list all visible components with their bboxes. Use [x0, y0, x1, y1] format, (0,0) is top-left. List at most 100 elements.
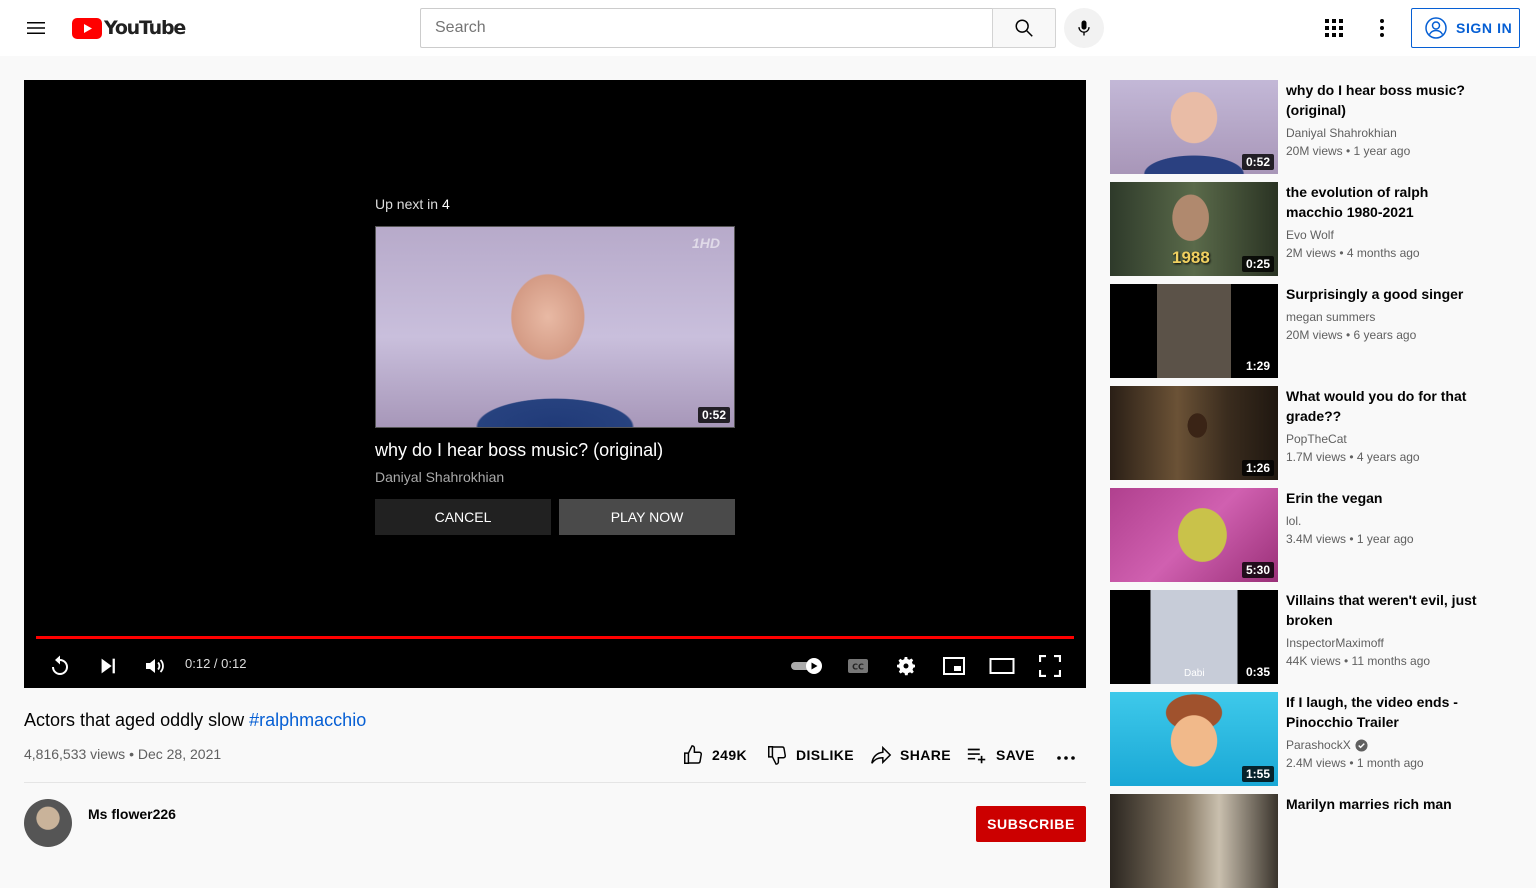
recommendation-thumbnail[interactable]: 1:29: [1110, 284, 1278, 378]
recommendation-item[interactable]: 5:30 Erin the vegan lol. 3.4M views • 1 …: [1110, 488, 1512, 582]
horizontal-dots-icon: [1057, 756, 1075, 760]
recommendation-title[interactable]: If I laugh, the video ends - Pinocchio T…: [1286, 692, 1486, 732]
recommendation-thumbnail[interactable]: Dabi 0:35: [1110, 590, 1278, 684]
recommendation-item[interactable]: 1:55 If I laugh, the video ends - Pinocc…: [1110, 692, 1512, 786]
up-next-countdown: Up next in 4: [375, 196, 450, 212]
next-video-button[interactable]: [90, 648, 126, 684]
dislike-label: DISLIKE: [796, 747, 855, 763]
captions-button[interactable]: CC: [840, 648, 876, 684]
cancel-autoplay-button[interactable]: CANCEL: [375, 499, 551, 535]
recommendation-title[interactable]: What would you do for that grade??: [1286, 386, 1486, 426]
youtube-play-logo-icon: [72, 17, 102, 39]
recommendation-item[interactable]: Marilyn marries rich man: [1110, 794, 1512, 888]
progress-bar[interactable]: [36, 636, 1074, 639]
fullscreen-button[interactable]: [1032, 648, 1068, 684]
youtube-logo[interactable]: YouTube: [72, 17, 186, 39]
like-button[interactable]: 249K: [682, 744, 747, 766]
recommendation-thumbnail[interactable]: 1:26: [1110, 386, 1278, 480]
search-box[interactable]: [420, 8, 993, 48]
sign-in-label: SIGN IN: [1456, 20, 1513, 36]
up-next-channel: Daniyal Shahrokhian: [375, 469, 505, 485]
recommendation-channel: Evo Wolf: [1286, 228, 1334, 242]
character-overlay: Dabi: [1184, 668, 1205, 679]
up-next-thumbnail[interactable]: 1HD 0:52: [375, 226, 735, 428]
video-duration: 1:29: [1241, 358, 1274, 374]
player-controls: 0:12 / 0:12 CC: [24, 644, 1086, 684]
recommendation-channel: PopTheCat: [1286, 432, 1347, 446]
recommendation-channel: megan summers: [1286, 310, 1376, 324]
hamburger-icon: [27, 22, 45, 34]
recommendation-thumbnail[interactable]: 1:55: [1110, 692, 1278, 786]
video-duration: 5:30: [1241, 562, 1274, 578]
recommendation-item[interactable]: 1:26 What would you do for that grade?? …: [1110, 386, 1512, 480]
settings-button[interactable]: [888, 648, 924, 684]
subscribe-button[interactable]: SUBSCRIBE: [976, 806, 1086, 842]
logo-text: YouTube: [104, 17, 186, 39]
recommendation-item[interactable]: 1:29 Surprisingly a good singer megan su…: [1110, 284, 1512, 378]
menu-button[interactable]: [20, 12, 52, 44]
recommendation-channel: lol.: [1286, 514, 1302, 528]
more-actions-button[interactable]: [1054, 746, 1078, 770]
recommendation-stats: 2M views • 4 months ago: [1286, 246, 1420, 260]
recommendation-title[interactable]: the evolution of ralph macchio 1980-2021: [1286, 182, 1486, 222]
save-button[interactable]: SAVE: [966, 744, 1035, 766]
recommendation-channel: InspectorMaximoff: [1286, 636, 1384, 650]
recommendation-title[interactable]: why do I hear boss music? (original): [1286, 80, 1486, 120]
hashtag-link[interactable]: #ralphmacchio: [249, 710, 366, 730]
replay-button[interactable]: [42, 648, 78, 684]
recommendation-thumbnail[interactable]: 0:52: [1110, 80, 1278, 174]
search-button[interactable]: [992, 8, 1056, 48]
recommendation-channel: Daniyal Shahrokhian: [1286, 126, 1397, 140]
apps-grid-icon: [1325, 19, 1343, 37]
recommendation-title[interactable]: Marilyn marries rich man: [1286, 794, 1486, 814]
autoplay-toggle[interactable]: [788, 648, 828, 684]
search-input[interactable]: [433, 18, 981, 38]
recommendation-channel: ParashockX: [1286, 736, 1486, 754]
share-button[interactable]: SHARE: [870, 744, 951, 766]
recommendation-thumbnail[interactable]: 1988 0:25: [1110, 182, 1278, 276]
voice-search-button[interactable]: [1064, 8, 1104, 48]
recommendation-stats: 1.7M views • 4 years ago: [1286, 450, 1420, 464]
recommendation-item[interactable]: Dabi 0:35 Villains that weren't evil, ju…: [1110, 590, 1512, 684]
divider: [24, 782, 1086, 783]
apps-button[interactable]: [1318, 12, 1350, 44]
recommendation-thumbnail[interactable]: 5:30: [1110, 488, 1278, 582]
share-icon: [871, 745, 892, 765]
video-player[interactable]: Up next in 4 1HD 0:52 why do I hear boss…: [24, 80, 1086, 688]
recommendation-title[interactable]: Erin the vegan: [1286, 488, 1486, 508]
channel-avatar[interactable]: [24, 799, 72, 847]
recommendation-item[interactable]: 0:52 why do I hear boss music? (original…: [1110, 80, 1512, 174]
thumbs-down-icon: [768, 746, 786, 765]
recommendation-stats: 44K views • 11 months ago: [1286, 654, 1431, 668]
account-icon: [1425, 17, 1447, 39]
autoplay-toggle-icon: [791, 658, 822, 674]
recommendation-stats: 20M views • 1 year ago: [1286, 144, 1411, 158]
video-title: Actors that aged oddly slow #ralphmacchi…: [24, 710, 366, 731]
mute-button[interactable]: [137, 648, 173, 684]
recommendation-title[interactable]: Villains that weren't evil, just broken: [1286, 590, 1486, 630]
miniplayer-button[interactable]: [936, 648, 972, 684]
video-views-date: 4,816,533 views • Dec 28, 2021: [24, 746, 222, 762]
svg-text:CC: CC: [852, 663, 864, 672]
recommendation-thumbnail[interactable]: [1110, 794, 1278, 888]
video-duration: 1:55: [1241, 766, 1274, 782]
recommendation-item[interactable]: 1988 0:25 the evolution of ralph macchio…: [1110, 182, 1512, 276]
up-next-title[interactable]: why do I hear boss music? (original): [375, 440, 735, 461]
recommendation-title[interactable]: Surprisingly a good singer: [1286, 284, 1486, 304]
channel-watermark: 1HD: [691, 235, 720, 251]
save-label: SAVE: [996, 747, 1035, 763]
sign-in-button[interactable]: SIGN IN: [1411, 8, 1520, 48]
skip-next-icon: [101, 658, 115, 674]
dislike-button[interactable]: DISLIKE: [766, 744, 854, 766]
theater-mode-button[interactable]: [984, 648, 1020, 684]
video-duration: 0:52: [1241, 154, 1274, 170]
theater-mode-icon: [989, 658, 1015, 674]
playlist-add-icon: [967, 748, 986, 764]
volume-icon: [146, 659, 164, 673]
settings-more-button[interactable]: [1366, 12, 1398, 44]
year-overlay: 1988: [1172, 248, 1210, 267]
up-next-overlay: Up next in 4 1HD 0:52 why do I hear boss…: [375, 196, 735, 535]
play-now-button[interactable]: PLAY NOW: [559, 499, 735, 535]
channel-name[interactable]: Ms flower226: [88, 806, 176, 822]
up-next-duration: 0:52: [697, 407, 730, 423]
